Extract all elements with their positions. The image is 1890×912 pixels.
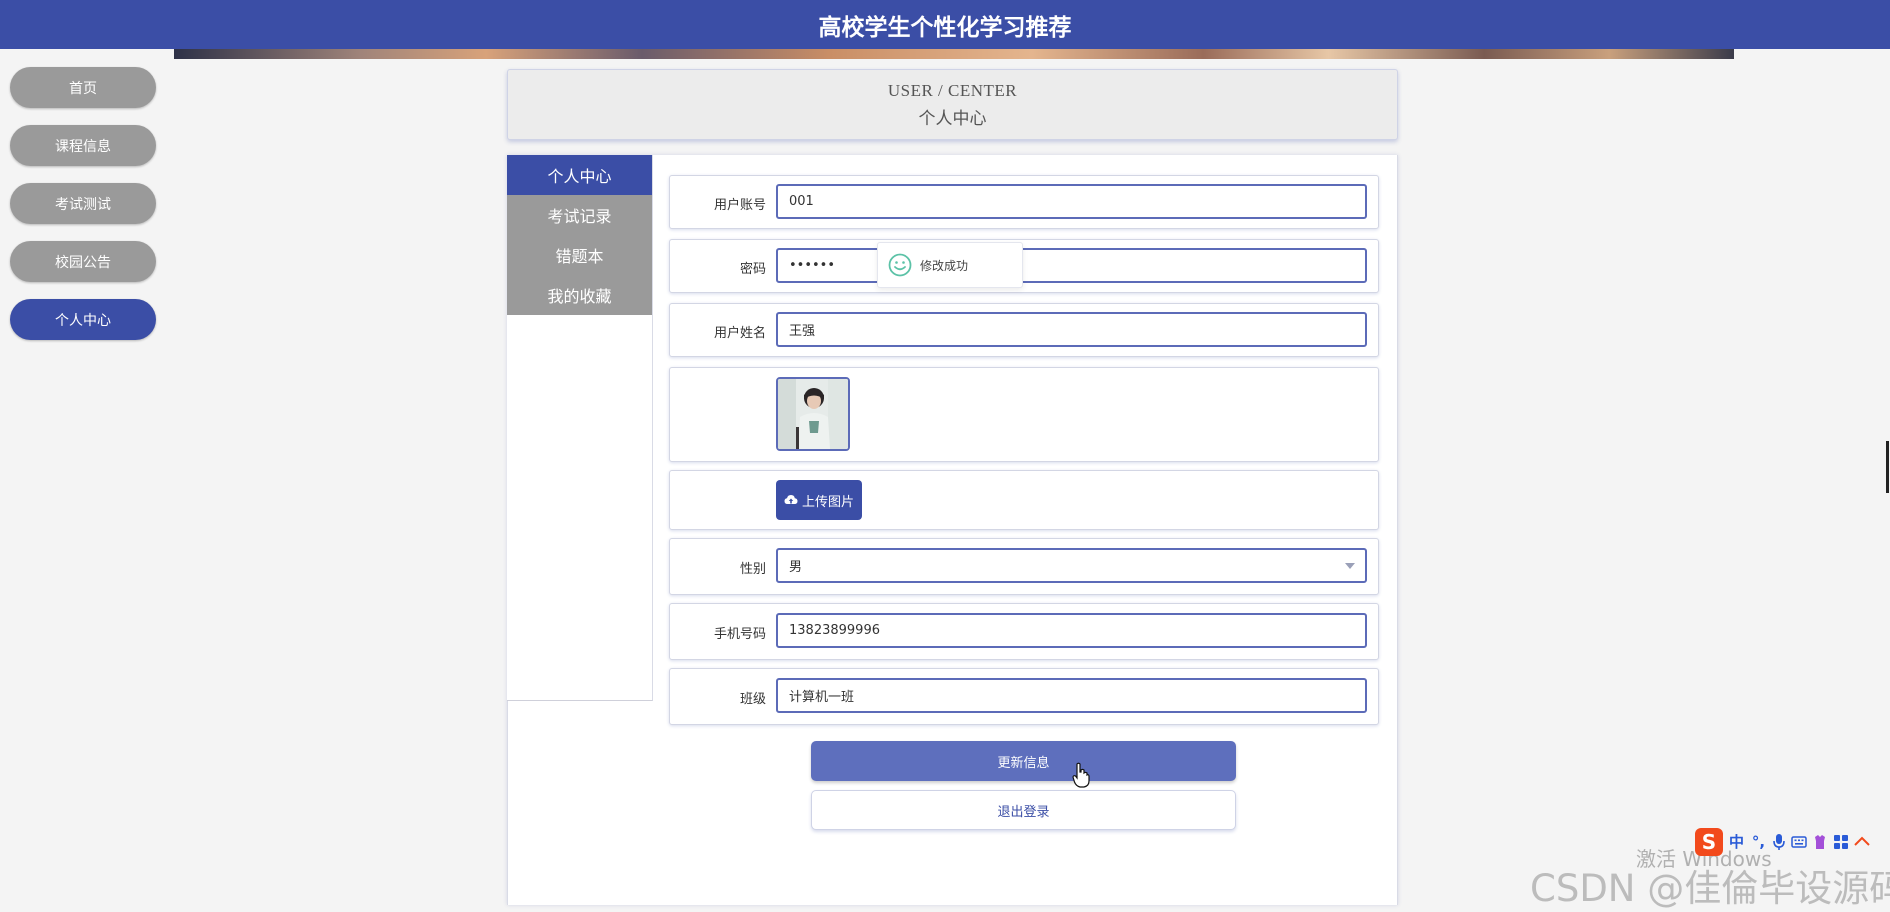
sidebar-nav: 首页 课程信息 考试测试 校园公告 个人中心 bbox=[10, 67, 156, 357]
avatar-image bbox=[776, 377, 850, 451]
gender-label: 性别 bbox=[739, 562, 766, 577]
sidebar-item-label: 考试测试 bbox=[55, 196, 111, 213]
header-banner-image bbox=[174, 49, 1734, 59]
form-row-name: 用户姓名 王强 bbox=[669, 303, 1379, 357]
sidebar-item-user-center[interactable]: 个人中心 bbox=[10, 299, 156, 340]
punctuation-icon[interactable]: °, bbox=[1750, 833, 1767, 851]
toast-message: 修改成功 bbox=[920, 258, 969, 273]
password-input[interactable]: •••••• bbox=[776, 248, 1367, 283]
microphone-icon[interactable] bbox=[1772, 833, 1786, 851]
sogou-ime-icon[interactable]: S bbox=[1695, 827, 1723, 856]
form-row-gender: 性别 男 bbox=[669, 538, 1379, 595]
app-title: 高校学生个性化学习推荐 bbox=[818, 14, 1072, 41]
more-options-icon[interactable] bbox=[1854, 835, 1870, 849]
menu-item-user-center[interactable]: 个人中心 bbox=[507, 155, 652, 195]
phone-input[interactable]: 13823899996 bbox=[776, 613, 1367, 648]
sidebar-item-label: 首页 bbox=[69, 80, 97, 97]
form-row-class: 班级 计算机一班 bbox=[669, 668, 1379, 725]
name-label: 用户姓名 bbox=[713, 326, 766, 341]
page-title: USER / CENTER 个人中心 bbox=[507, 69, 1398, 140]
update-info-button[interactable]: 更新信息 bbox=[811, 741, 1236, 781]
sidebar-item-exams[interactable]: 考试测试 bbox=[10, 183, 156, 224]
hand-cursor-icon bbox=[1072, 762, 1090, 788]
class-input[interactable]: 计算机一班 bbox=[776, 678, 1367, 713]
gender-select[interactable]: 男 bbox=[776, 548, 1367, 583]
sidebar-item-label: 课程信息 bbox=[55, 138, 111, 155]
csdn-watermark: CSDN @佳倫毕设源码 bbox=[1530, 867, 1890, 910]
form-row-account: 用户账号 001 bbox=[669, 175, 1379, 229]
account-input[interactable]: 001 bbox=[776, 184, 1367, 219]
menu-item-label: 个人中心 bbox=[547, 167, 612, 186]
form-row-password: 密码 •••••• bbox=[669, 239, 1379, 293]
gender-select-value: 男 bbox=[789, 560, 803, 575]
account-label: 用户账号 bbox=[713, 198, 766, 213]
ime-mode-indicator[interactable]: 中 bbox=[1728, 831, 1745, 852]
cloud-upload-icon bbox=[784, 495, 798, 504]
user-center-menu: 个人中心 考试记录 错题本 我的收藏 bbox=[507, 155, 653, 701]
sidebar-item-label: 校园公告 bbox=[55, 254, 111, 271]
smile-icon bbox=[888, 253, 912, 277]
menu-item-wrong-questions[interactable]: 错题本 bbox=[507, 235, 652, 275]
menu-item-exam-records[interactable]: 考试记录 bbox=[507, 195, 652, 235]
menu-item-label: 错题本 bbox=[555, 247, 604, 266]
update-button-label: 更新信息 bbox=[997, 755, 1050, 771]
keyboard-icon[interactable] bbox=[1791, 835, 1807, 849]
app-header: 高校学生个性化学习推荐 bbox=[0, 0, 1890, 49]
upload-image-button[interactable]: 上传图片 bbox=[776, 480, 862, 520]
name-input[interactable]: 王强 bbox=[776, 312, 1367, 347]
page-title-en: USER / CENTER bbox=[887, 80, 1018, 100]
toolbox-icon[interactable] bbox=[1833, 834, 1849, 850]
scrollbar-thumb[interactable] bbox=[1886, 441, 1889, 493]
class-label: 班级 bbox=[739, 692, 766, 707]
page-title-cn: 个人中心 bbox=[918, 108, 987, 128]
password-label: 密码 bbox=[739, 262, 766, 277]
menu-item-label: 我的收藏 bbox=[547, 287, 612, 306]
chevron-down-icon bbox=[1345, 563, 1355, 569]
form-row-avatar bbox=[669, 367, 1379, 462]
menu-item-favorites[interactable]: 我的收藏 bbox=[507, 275, 652, 315]
sidebar-item-announcements[interactable]: 校园公告 bbox=[10, 241, 156, 282]
menu-item-label: 考试记录 bbox=[547, 207, 612, 226]
form-row-upload: 上传图片 bbox=[669, 470, 1379, 530]
sidebar-item-label: 个人中心 bbox=[55, 312, 111, 329]
success-toast: 修改成功 bbox=[877, 242, 1023, 288]
ime-toolbar: S 中 °, bbox=[1695, 825, 1887, 858]
form-row-phone: 手机号码 13823899996 bbox=[669, 603, 1379, 660]
sidebar-item-courses[interactable]: 课程信息 bbox=[10, 125, 156, 166]
logout-button-label: 退出登录 bbox=[997, 804, 1050, 820]
avatar-photo bbox=[778, 379, 848, 449]
skin-icon[interactable] bbox=[1812, 834, 1828, 850]
phone-label: 手机号码 bbox=[713, 627, 766, 642]
sidebar-item-home[interactable]: 首页 bbox=[10, 67, 156, 108]
upload-button-label: 上传图片 bbox=[801, 494, 854, 510]
logout-button[interactable]: 退出登录 bbox=[811, 790, 1236, 830]
